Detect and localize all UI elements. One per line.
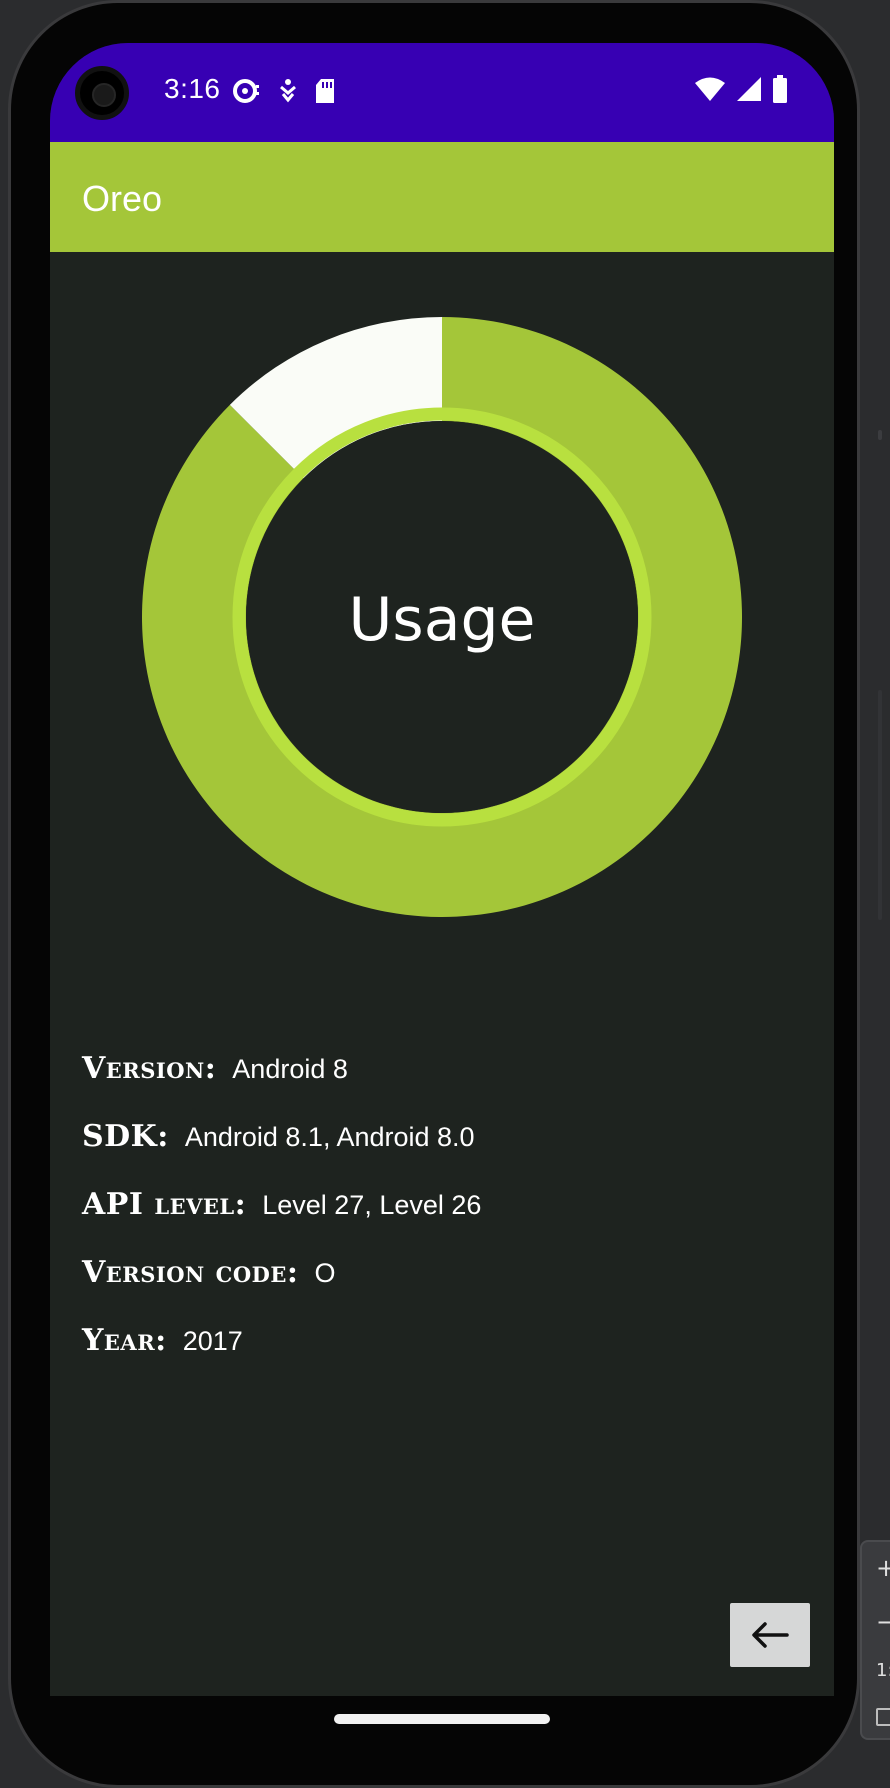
zoom-in-button[interactable]: + (876, 1554, 890, 1582)
api-level-row: API level: Level 27, Level 26 (82, 1187, 782, 1255)
version-code-label: Version code: (82, 1255, 299, 1290)
usage-label: Usage (348, 585, 536, 655)
wifi-icon (695, 77, 725, 101)
cell-signal-icon (737, 77, 761, 101)
phone-screen: 3:16 Oreo Usage Version: Android 8 SDK: … (50, 43, 834, 1696)
zoom-out-button[interactable]: − (876, 1608, 890, 1636)
year-label: Year: (82, 1323, 167, 1358)
side-button (878, 430, 882, 440)
version-label: Version: (82, 1051, 217, 1086)
api-level-value: Level 27, Level 26 (262, 1190, 482, 1220)
version-code-value: O (314, 1258, 336, 1288)
actual-size-button[interactable]: 1: (876, 1660, 890, 1681)
system-icons (694, 71, 788, 107)
version-code-row: Version code: O (82, 1255, 782, 1323)
year-value: 2017 (182, 1326, 243, 1356)
sd-card-icon (316, 79, 334, 103)
app-title: Oreo (82, 178, 163, 219)
gesture-nav-handle[interactable] (334, 1714, 550, 1724)
data-saver-icon (233, 79, 259, 103)
version-value: Android 8 (232, 1054, 348, 1084)
status-bar: 3:16 (50, 43, 834, 142)
side-volume-button (878, 690, 882, 920)
notification-icons (232, 73, 336, 109)
back-button[interactable] (730, 1603, 810, 1667)
accessibility-icon (280, 79, 296, 103)
battery-icon (773, 75, 787, 103)
emulator-controls-panel: + − 1: (860, 1540, 890, 1740)
sdk-label: SDK: (82, 1119, 169, 1154)
arrow-left-icon (752, 1622, 789, 1648)
sdk-row: SDK: Android 8.1, Android 8.0 (82, 1119, 782, 1187)
version-info: Version: Android 8 SDK: Android 8.1, And… (82, 1051, 782, 1391)
app-bar: Oreo (50, 142, 834, 252)
sdk-value: Android 8.1, Android 8.0 (184, 1122, 475, 1152)
frame-icon[interactable] (876, 1708, 890, 1726)
status-time: 3:16 (164, 73, 221, 104)
version-row: Version: Android 8 (82, 1051, 782, 1119)
year-row: Year: 2017 (82, 1323, 782, 1391)
api-level-label: API level: (82, 1187, 247, 1222)
front-camera (75, 66, 129, 120)
